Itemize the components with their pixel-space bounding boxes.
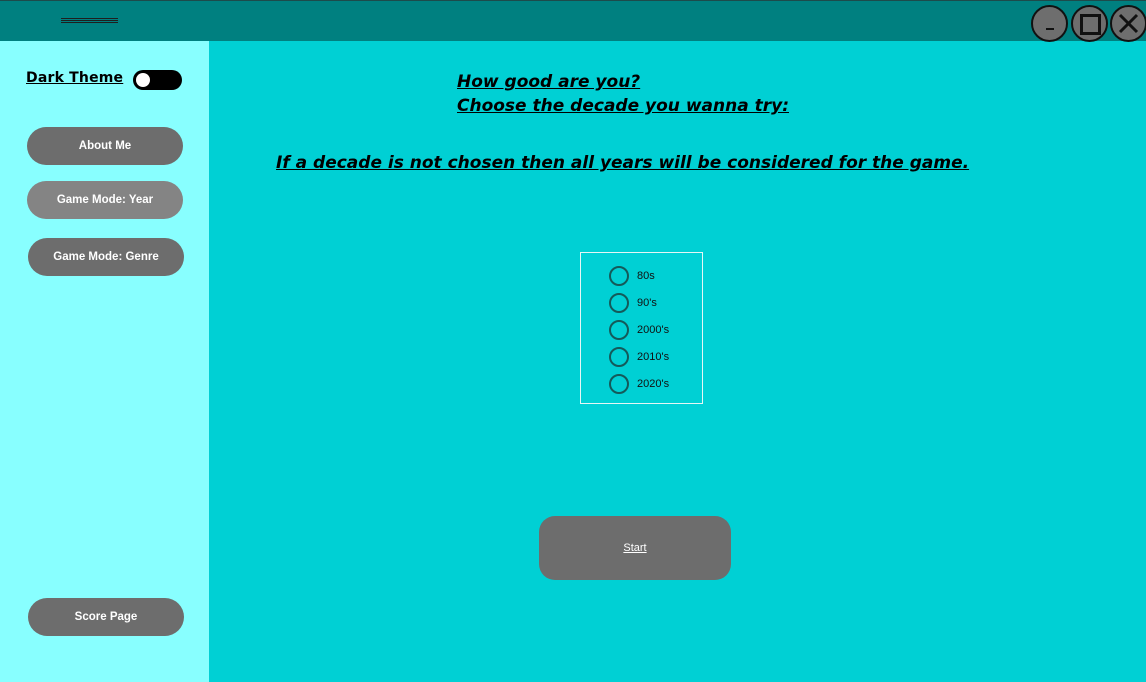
close-button[interactable] [1110,5,1146,42]
radio-button[interactable] [609,347,629,367]
decade-radio-group: 80s 90's 2000's 2010's 2020's [580,252,703,404]
radio-80s[interactable]: 80s [609,266,655,286]
page-subheading: Choose the decade you wanna try: [457,96,789,116]
dark-theme-label: Dark Theme [26,70,124,86]
toggle-knob [136,73,150,87]
radio-2020s[interactable]: 2020's [609,374,669,394]
hamburger-icon[interactable] [61,17,118,25]
dark-theme-toggle[interactable] [133,70,182,90]
radio-button[interactable] [609,374,629,394]
radio-label: 90's [637,297,657,309]
radio-label: 2000's [637,324,670,336]
maximize-button[interactable] [1071,5,1108,42]
radio-2010s[interactable]: 2010's [609,347,669,367]
radio-90s[interactable]: 90's [609,293,657,313]
radio-label: 80s [637,270,655,282]
sidebar: Dark Theme About Me Game Mode: Year Game… [0,41,209,682]
radio-label: 2010's [637,351,670,363]
close-icon [1118,13,1139,34]
radio-label: 2020's [637,378,670,390]
game-mode-year-button[interactable]: Game Mode: Year [27,181,183,219]
radio-button[interactable] [609,293,629,313]
minimize-button[interactable] [1031,5,1068,42]
decade-notice: If a decade is not chosen then all years… [276,153,970,173]
radio-button[interactable] [609,266,629,286]
radio-2000s[interactable]: 2000's [609,320,669,340]
radio-button[interactable] [609,320,629,340]
maximize-icon [1080,14,1101,35]
game-mode-genre-button[interactable]: Game Mode: Genre [28,238,184,276]
start-button[interactable]: Start [539,516,731,580]
page-heading: How good are you? [457,72,641,92]
title-bar [0,0,1146,42]
about-me-button[interactable]: About Me [27,127,183,165]
minimize-icon [1046,28,1054,30]
score-page-button[interactable]: Score Page [28,598,184,636]
